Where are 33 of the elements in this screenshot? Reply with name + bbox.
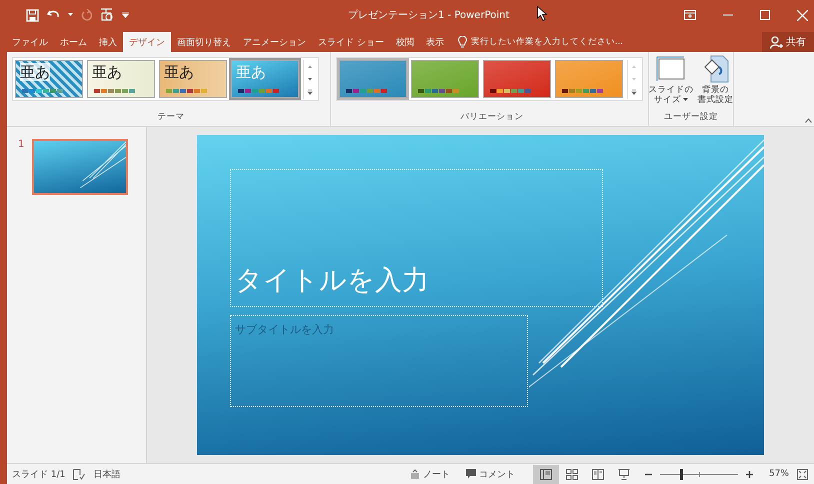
ribbon-tab[interactable]: 表示 <box>420 32 450 52</box>
title-placeholder-text: タイトルを入力 <box>235 264 429 298</box>
comments-button[interactable]: コメント <box>462 468 519 480</box>
ribbon-tab[interactable]: 挿入 <box>93 32 123 52</box>
subtitle-placeholder-text: サブタイトルを入力 <box>235 323 334 336</box>
tell-me-field[interactable]: 実行したい作業を入力してください... <box>458 32 647 52</box>
theme-thumbnail[interactable]: 亜あ <box>159 60 227 98</box>
language-label[interactable]: 日本語 <box>93 468 120 480</box>
share-button[interactable]: 共有 <box>762 32 814 52</box>
group-label: テーマ <box>156 111 186 123</box>
theme-thumbnail[interactable]: 亜あ <box>87 60 155 98</box>
theme-sample-text: 亜あ <box>92 63 122 81</box>
zoom-percentage[interactable]: 57% <box>768 469 789 479</box>
ribbon-tab[interactable]: デザイン <box>123 32 171 52</box>
window-title: プレゼンテーション1 - PowerPoint <box>348 8 510 22</box>
notes-button[interactable]: ノート <box>406 468 454 480</box>
ribbon-tab[interactable]: 校閲 <box>390 32 420 52</box>
theme-sample-text: 亜あ <box>236 63 266 81</box>
title-placeholder[interactable]: タイトルを入力 <box>230 169 603 307</box>
group-label: バリエーション <box>460 111 524 123</box>
theme-sample-text: 亜あ <box>164 63 194 81</box>
slide-number: 1 <box>18 139 24 152</box>
ribbon-tab[interactable]: ファイル <box>7 32 54 52</box>
background-button[interactable]: 背景の 書式設定 <box>698 55 734 105</box>
slide-size-button[interactable]: スライドの サイズ <box>648 55 694 105</box>
ribbon-tab[interactable]: ホーム <box>54 32 93 52</box>
theme-sample-text: 亜あ <box>20 63 50 81</box>
ribbon-tab[interactable]: アニメーション <box>237 32 312 52</box>
ribbon-tab[interactable]: 画面切り替え <box>171 32 237 52</box>
slide-count: スライド 1/1 <box>12 468 66 480</box>
theme-thumbnail[interactable]: 亜あ <box>15 60 83 98</box>
group-label: ユーザー設定 <box>664 111 718 123</box>
ribbon-tab[interactable]: スライド ショー <box>312 32 390 52</box>
